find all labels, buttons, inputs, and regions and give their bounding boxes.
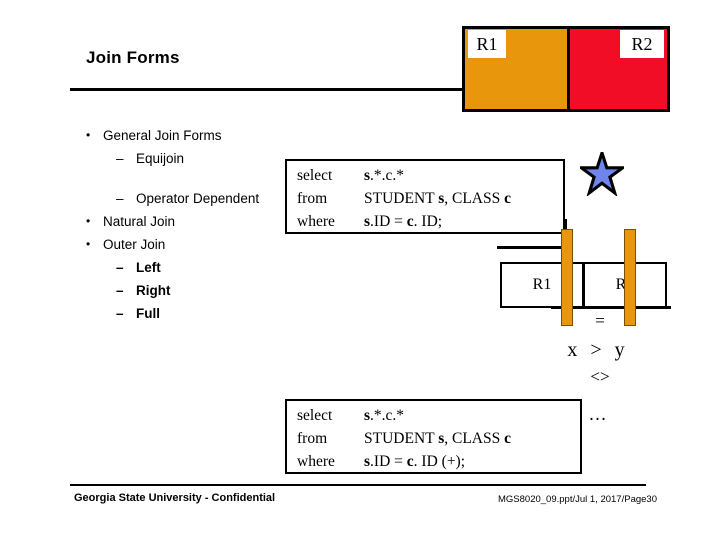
sql-keyword: from	[297, 190, 328, 207]
sql-keyword: where	[297, 453, 335, 470]
star-icon	[580, 152, 624, 196]
page-title: Join Forms	[86, 48, 180, 67]
sql-expression: s.ID = c. ID (+);	[364, 453, 466, 470]
footer-file-reference: MGS8020_09.ppt/Jul 1, 2017/Page30	[498, 494, 657, 505]
operator-greater-than: x > y	[567, 339, 629, 361]
operator-ellipsis: …	[588, 404, 607, 425]
bullet-full: Full	[66, 306, 296, 329]
sql-keyword: from	[297, 430, 328, 447]
connector-horizontal-top	[497, 246, 567, 249]
sql-keyword: select	[297, 407, 333, 424]
sql-line: from STUDENT s, CLASS c	[287, 427, 580, 450]
bullet-operator-dependent: Operator Dependent	[66, 191, 296, 214]
bullet-left: Left	[66, 260, 296, 283]
bullet-outer-join: Outer Join	[66, 237, 296, 260]
sql-equijoin-box: select s.*.c.* from STUDENT s, CLASS c whe…	[285, 159, 565, 234]
sql-line: from STUDENT s, CLASS c	[287, 187, 563, 210]
sql-expression: s.ID = c. ID;	[364, 213, 443, 230]
footer-confidential-text: Georgia State University - Confidential	[74, 492, 276, 504]
sql-expression: STUDENT s, CLASS c	[364, 430, 512, 447]
title-divider	[70, 88, 463, 91]
bullet-right: Right	[66, 283, 296, 306]
operator-equals: =	[595, 311, 605, 330]
sql-line: where s.ID = c. ID;	[287, 210, 563, 233]
operator-not-equals: <>	[590, 367, 610, 386]
sql-line: select s.*.c.*	[287, 164, 563, 187]
bullet-general-join-forms: General Join Forms	[66, 128, 296, 151]
sql-outerjoin-box: select s.*.c.* from STUDENT s, CLASS c whe…	[285, 399, 582, 474]
bullet-natural-join: Natural Join	[66, 214, 296, 237]
sql-expression: s.*.c.*	[364, 407, 405, 424]
sql-line: where s.ID = c. ID (+);	[287, 450, 580, 473]
bullet-equijoin: Equijoin	[66, 151, 296, 174]
header-label-r1: R1	[468, 30, 506, 58]
sql-line: select s.*.c.*	[287, 404, 580, 427]
footer-divider	[70, 484, 646, 486]
bullet-list: General Join Forms Equijoin Operator Dep…	[66, 128, 296, 329]
sql-expression: STUDENT s, CLASS c	[364, 190, 512, 207]
slide-canvas: Join Forms R1 R2 General Join Forms Equi…	[0, 0, 720, 540]
header-label-r2: R2	[620, 30, 664, 58]
sql-keyword: select	[297, 167, 333, 184]
sql-keyword: where	[297, 213, 335, 230]
sql-expression: s.*.c.*	[364, 167, 405, 184]
bullet-spacer	[66, 174, 296, 191]
